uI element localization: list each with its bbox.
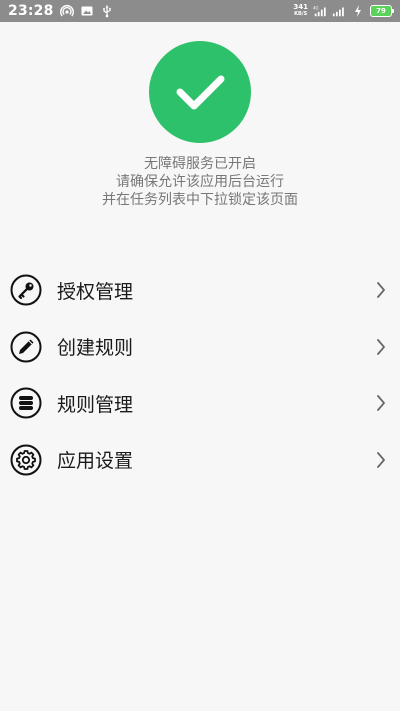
menu-item-label: 授权管理 xyxy=(57,280,134,303)
service-status-message: 无障碍服务已开启 请确保允许该应用后台运行 并在任务列表中下拉锁定该页面 xyxy=(0,155,400,209)
usb-icon xyxy=(100,4,114,18)
network-speed: 341 KB/S xyxy=(293,4,308,18)
status-right: 341 KB/S 4G 79 xyxy=(293,4,394,18)
service-enabled-text: 无障碍服务已开启 xyxy=(144,156,256,172)
menu-item-create-rule[interactable]: 创建规则 xyxy=(0,319,400,376)
chevron-right-icon xyxy=(374,281,388,299)
chevron-right-icon xyxy=(374,394,388,412)
check-circle-icon xyxy=(149,41,251,143)
lock-task-hint: 并在任务列表中下拉锁定该页面 xyxy=(102,192,298,208)
network-speed-unit: KB/S xyxy=(294,11,308,17)
status-left: 23:28 xyxy=(8,3,114,19)
network-speed-value: 341 xyxy=(293,3,308,11)
pencil-icon xyxy=(10,331,42,363)
charging-bolt-icon xyxy=(351,4,365,18)
chevron-right-icon xyxy=(374,338,388,356)
background-run-hint: 请确保允许该应用后台运行 xyxy=(116,174,284,190)
key-icon xyxy=(10,274,42,306)
menu-item-label: 创建规则 xyxy=(57,337,134,360)
gear-icon xyxy=(10,444,42,476)
battery-icon: 79 xyxy=(370,5,394,17)
status-bar: 23:28 341 KB/S 4G 79 xyxy=(0,0,400,22)
signal-bars-icon xyxy=(332,4,346,18)
menu-item-rule-management[interactable]: 规则管理 xyxy=(0,375,400,432)
hotspot-icon xyxy=(59,4,74,18)
photo-notification-icon xyxy=(80,4,94,18)
svg-text:4G: 4G xyxy=(313,6,319,11)
signal-4g-icon: 4G xyxy=(313,4,327,18)
database-icon xyxy=(10,387,42,419)
menu-item-app-settings[interactable]: 应用设置 xyxy=(0,432,400,489)
chevron-right-icon xyxy=(374,451,388,469)
main-menu: 授权管理 创建规则 规则管理 应用设置 xyxy=(0,262,400,488)
menu-item-label: 规则管理 xyxy=(57,393,134,416)
status-time: 23:28 xyxy=(8,3,54,19)
menu-item-label: 应用设置 xyxy=(57,450,134,473)
menu-item-authorization[interactable]: 授权管理 xyxy=(0,262,400,319)
